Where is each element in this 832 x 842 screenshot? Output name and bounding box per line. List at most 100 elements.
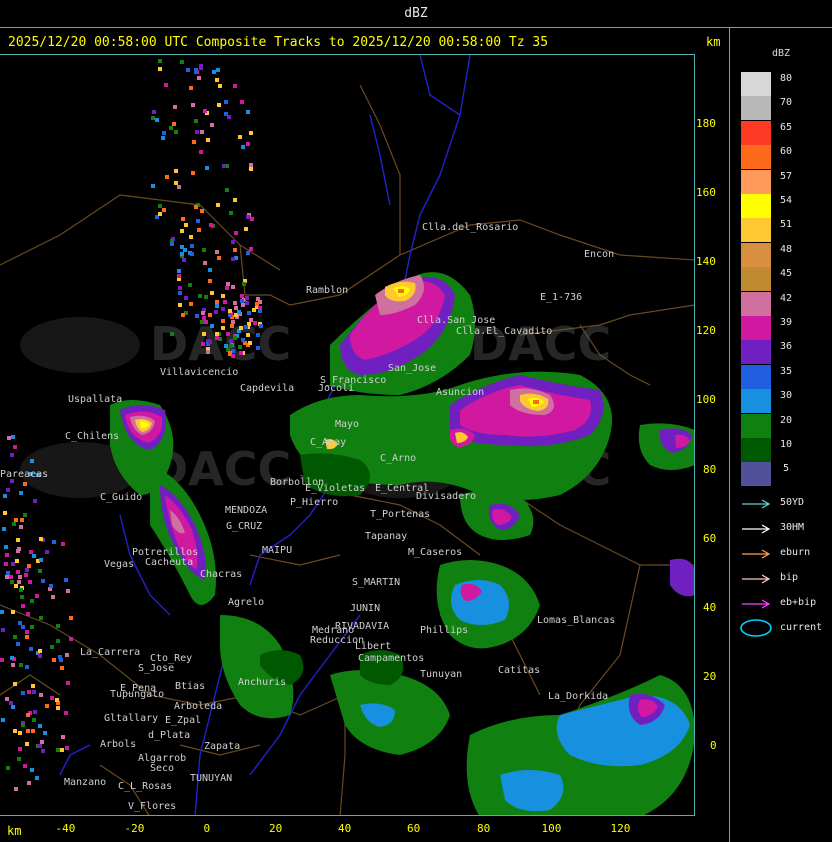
place-label: Gltallary <box>104 713 158 724</box>
place-label: S_Jose <box>138 663 174 674</box>
place-label: Catitas <box>498 665 540 676</box>
place-label: E_Violetas <box>305 483 365 494</box>
place-label: C_Chilens <box>65 431 119 442</box>
place-label: S_MARTIN <box>352 577 400 588</box>
legend-level-label: 35 <box>780 365 793 377</box>
x-tick-label: 0 <box>203 822 211 835</box>
place-label: Clla.del_Rosario <box>422 222 518 233</box>
km-unit-label-bottom: km <box>7 824 22 838</box>
y-tick-label: 120 <box>696 324 716 337</box>
place-label: Jocolí <box>318 382 354 394</box>
legend-level-label: 39 <box>780 317 793 328</box>
current-cell-ellipse-icon <box>740 619 772 637</box>
place-label: Agrelo <box>228 597 264 608</box>
legend-level-label: 10 <box>780 439 793 450</box>
place-label: Asuncion <box>436 387 484 398</box>
radar-map-panel[interactable]: DACC DACC DACC DACC <box>0 54 695 816</box>
legend-swatch <box>741 96 771 121</box>
place-label: Uspallata <box>68 394 122 405</box>
track-label: eburn <box>780 547 811 558</box>
place-label: Clla.El_Cavadito <box>456 326 552 337</box>
legend-level-label: 80 <box>780 73 793 84</box>
y-tick-label: 100 <box>696 393 716 406</box>
y-tick-label: 140 <box>696 255 716 268</box>
radar-map[interactable]: DACC DACC DACC DACC <box>0 55 695 816</box>
legend-level-label: 48 <box>780 243 793 255</box>
legend-swatch <box>741 413 771 438</box>
y-tick-label: 160 <box>696 186 716 199</box>
place-label: T_Portenas <box>370 509 430 520</box>
place-label: V_Flores <box>128 801 176 812</box>
legend-swatch <box>741 218 771 243</box>
x-tick-label: 80 <box>477 822 491 835</box>
y-tick-label: 180 <box>696 117 716 130</box>
legend-level-label: 60 <box>780 146 793 158</box>
place-label: Manzano <box>64 777 106 788</box>
legend-level-label: 45 <box>780 268 793 280</box>
place-label: San_Jose <box>388 363 436 374</box>
place-label: Arboleda <box>174 701 222 712</box>
x-tick-label: 100 <box>541 822 562 835</box>
legend-swatch <box>741 120 771 145</box>
place-label: Chacras <box>200 569 242 580</box>
place-label: E_Zpal <box>165 715 201 726</box>
y-tick-label: 20 <box>703 670 717 683</box>
place-label: Pareaeas <box>0 469 48 480</box>
legend-swatch <box>741 169 771 194</box>
track-arrow-icon <box>742 599 771 609</box>
legend-level-label: 30 <box>780 390 793 402</box>
x-tick-label: -20 <box>124 822 145 835</box>
y-tick-label: 80 <box>703 463 717 476</box>
legend-level-label: 5 <box>783 463 790 475</box>
watermark-text-1: DACC <box>150 317 291 371</box>
place-label: Ramblon <box>306 285 348 296</box>
place-label: Tupungato <box>110 689 164 700</box>
y-tick-label: 0 <box>710 739 717 752</box>
legend-level-label: 57 <box>780 170 793 182</box>
x-tick-label: 20 <box>269 822 283 835</box>
place-label: Villavicencio <box>160 367 238 378</box>
track-label: eb+bip <box>780 597 817 608</box>
place-label: Zapata <box>204 741 240 752</box>
place-label: Campamentos <box>358 653 424 664</box>
place-label: Tunuyan <box>420 669 462 680</box>
place-label: M_Caseros <box>408 547 462 558</box>
place-label: d_Plata <box>148 730 190 741</box>
legend-swatch <box>741 438 771 462</box>
place-label: Vegas <box>104 559 134 570</box>
place-label: C_Guido <box>100 492 142 503</box>
place-label: G_CRUZ <box>226 521 262 532</box>
legend-swatch <box>741 291 771 316</box>
composite-tracks-title: 2025/12/20 00:58:00 UTC Composite Tracks… <box>8 35 549 50</box>
y-tick-label: 40 <box>703 601 717 614</box>
place-label: Clla.San_Jose <box>417 315 495 326</box>
x-tick-label: 60 <box>407 822 421 835</box>
track-arrow-icon <box>742 524 771 534</box>
track-arrow-icon <box>742 574 771 584</box>
legend-swatch <box>741 316 771 340</box>
current-label: current <box>780 622 823 633</box>
place-label: La_Dorkida <box>548 691 608 702</box>
legend-swatch <box>741 389 771 414</box>
place-label: Mayo <box>335 419 359 430</box>
window-title-bar: dBZ <box>0 0 832 28</box>
place-label: Tapanay <box>365 531 407 542</box>
legend-swatch <box>741 267 771 292</box>
legend-swatch <box>741 462 771 487</box>
x-tick-label: 40 <box>338 822 352 835</box>
place-label: TUNUYAN <box>190 773 232 784</box>
place-label: Phillips <box>420 625 468 636</box>
legend-swatch <box>741 340 771 365</box>
legend-level-label: 20 <box>780 414 793 426</box>
legend-swatch <box>741 364 771 389</box>
track-arrow-icon <box>742 499 771 509</box>
legend-swatch <box>741 145 771 170</box>
legend-swatch <box>741 242 771 267</box>
place-label: MENDOZA <box>225 505 267 516</box>
track-label: 50YD <box>780 497 805 508</box>
legend-swatch <box>741 194 771 218</box>
place-label: Cacheuta <box>145 557 193 568</box>
track-label: 30HM <box>780 522 805 533</box>
legend-level-label: 42 <box>780 292 793 304</box>
legend-swatch <box>741 72 771 96</box>
